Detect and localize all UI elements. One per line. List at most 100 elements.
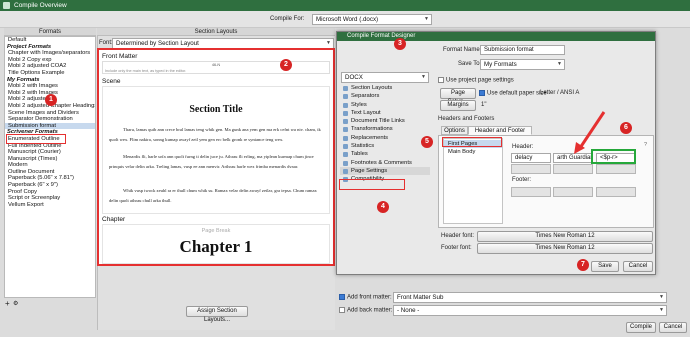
use-project-page-settings-checkbox[interactable] (438, 77, 444, 83)
back-matter-select[interactable]: - None - ▼ (393, 305, 667, 316)
header-right-sub[interactable] (596, 164, 636, 174)
dialog-title-bar: Compile Format Designer (337, 32, 655, 41)
sidebar-item-icon (343, 135, 348, 141)
designer-save-button[interactable]: Save (591, 261, 619, 272)
use-default-paper-size-label: Use default paper size (487, 90, 547, 97)
header-font-label: Header font: (441, 233, 475, 239)
header-left-sub[interactable] (511, 164, 551, 174)
compile-for-select[interactable]: Microsoft Word (.docx) ▼ (312, 14, 432, 25)
add-back-matter-checkbox[interactable] (339, 307, 345, 313)
format-list-item[interactable]: Default (5, 37, 95, 44)
footer-right-field[interactable] (596, 187, 636, 197)
page-type-list: First Pages Main Body (443, 138, 503, 224)
format-list-item[interactable]: Separator Demonstration (5, 116, 95, 123)
sidebar-item-icon (343, 152, 348, 158)
assign-section-layouts-button[interactable]: Assign Section Layouts... (186, 306, 248, 323)
margins-button[interactable]: Margins (440, 100, 476, 111)
save-to-label: Save To: (458, 61, 482, 67)
sidebar-item-footnotes-comments[interactable]: Footnotes & Comments (340, 159, 430, 167)
footer-center-field[interactable] (553, 187, 593, 197)
format-list-item[interactable]: Mobi 2 Copy exp (5, 57, 95, 64)
sidebar-item-replacements[interactable]: Replacements (340, 134, 430, 142)
add-format-icon[interactable]: + (5, 299, 10, 308)
format-list-item[interactable]: Modern (5, 162, 95, 169)
front-matter-select-value: Front Matter Sub (397, 294, 444, 301)
sidebar-item-tables[interactable]: Tables (340, 150, 430, 158)
sidebar-item-label: Transformations (351, 126, 393, 133)
front-matter-select[interactable]: Front Matter Sub ▼ (393, 292, 667, 303)
footer-left-field[interactable] (511, 187, 551, 197)
footer-font-button[interactable]: Times New Roman 12 (477, 243, 653, 254)
format-list-item[interactable]: Submission format (5, 122, 95, 130)
header-label: Header: (512, 144, 534, 150)
annotation-badge-5: 5 (421, 136, 433, 148)
sidebar-item-transformations[interactable]: Transformations (340, 125, 430, 133)
compile-toolbar: Compile For: Microsoft Word (.docx) ▼ (0, 11, 690, 28)
sidebar-item-icon (343, 144, 348, 150)
chapter-heading: Chapter 1 (179, 237, 253, 256)
sidebar-item-icon (343, 119, 348, 125)
use-default-paper-size-checkbox[interactable] (479, 90, 485, 96)
front-matter-block[interactable]: 46-N Include only the main text, as type… (102, 61, 330, 74)
save-to-select[interactable]: My Formats ▼ (480, 59, 565, 70)
format-list-item[interactable]: Manuscript (Courier) (5, 149, 95, 156)
header-left-field[interactable]: delacy (511, 153, 551, 163)
sidebar-item-icon (343, 94, 348, 100)
sidebar-item-icon (343, 110, 348, 116)
sidebar-item-separators[interactable]: Separators (340, 92, 430, 100)
page-setup-button[interactable]: Page Setup... (440, 88, 476, 105)
add-front-matter-checkbox[interactable] (339, 294, 345, 300)
sidebar-item-label: Replacements (351, 134, 389, 141)
format-list-item[interactable]: Manuscript (Times) (5, 156, 95, 163)
sidebar-item-page-settings[interactable]: Page Settings (340, 166, 430, 176)
section-title: Section Title (189, 104, 243, 115)
sidebar-item-document-title-links[interactable]: Document Title Links (340, 117, 430, 125)
sidebar-item-styles[interactable]: Styles (340, 101, 430, 109)
format-list-item[interactable]: Title Options Example (5, 70, 95, 77)
format-list-item[interactable]: Scene Images and Dividers (5, 110, 95, 117)
format-list-item[interactable]: Mobi 2 with Images (5, 83, 95, 90)
cancel-button[interactable]: Cancel (659, 322, 687, 333)
format-list-item[interactable]: Proof Copy (5, 189, 95, 196)
format-tools-icon[interactable]: ⚙ (13, 300, 18, 307)
sidebar-item-section-layouts[interactable]: Section Layouts (340, 84, 430, 92)
sidebar-item-label: Footnotes & Comments (351, 159, 412, 166)
format-name-label: Format Name: (443, 47, 482, 53)
highlight-submission-format (6, 134, 66, 144)
format-group-header: Project Formats (7, 43, 52, 50)
compile-button[interactable]: Compile (626, 322, 656, 333)
format-list-item[interactable]: Chapter with Images/separators (5, 50, 95, 57)
sidebar-item-text-layout[interactable]: Text Layout (340, 109, 430, 117)
format-list-item[interactable]: Vellum Export (5, 202, 95, 209)
annotation-badge-6: 6 (620, 122, 632, 134)
sidebar-item-label: Tables (351, 151, 368, 158)
headers-footers-label: Headers and Footers (438, 116, 495, 122)
format-type-select[interactable]: DOCX ▼ (341, 72, 429, 83)
format-list-item[interactable]: Paperback (5.06" x 7.81") (5, 175, 95, 182)
sidebar-item-statistics[interactable]: Statistics (340, 142, 430, 150)
format-list-item[interactable]: Paperback (6" x 9") (5, 182, 95, 189)
tab-header-footer-text[interactable]: Header and Footer Text (468, 126, 532, 142)
format-list-item[interactable]: Outline Document (5, 169, 95, 176)
format-type-value: DOCX (345, 74, 363, 81)
designer-cancel-button[interactable]: Cancel (623, 261, 653, 272)
format-list-item[interactable]: Mobi 2 adjusted COA2 (5, 63, 95, 70)
header-center-sub[interactable] (553, 164, 593, 174)
sidebar-item-icon (343, 86, 348, 91)
help-icon[interactable]: ? (644, 142, 647, 148)
annotation-badge-7: 7 (577, 259, 589, 271)
footer-label: Footer: (512, 177, 532, 183)
back-matter-select-value: - None - (397, 307, 420, 314)
add-front-matter-label: Add front matter: (347, 294, 392, 301)
format-name-field[interactable]: Submission format (480, 45, 565, 55)
section-preview: Front Matter 46-N Include only the main … (97, 48, 335, 266)
scene-block[interactable]: Section Title Tharu, lamas quib ann crec… (102, 86, 330, 214)
format-list-item[interactable]: Script or Screenplay (5, 195, 95, 202)
chapter-block[interactable]: Page Break Chapter 1 (102, 224, 330, 264)
sidebar-item-label: Document Title Links (351, 118, 405, 125)
sidebar-item-label: Styles (351, 101, 367, 108)
page-type-main-body[interactable]: Main Body (444, 148, 502, 156)
sidebar-item-label: Section Layouts (351, 85, 393, 91)
header-font-button[interactable]: Times New Roman 12 (477, 231, 653, 242)
tab-options[interactable]: Options (441, 126, 468, 135)
